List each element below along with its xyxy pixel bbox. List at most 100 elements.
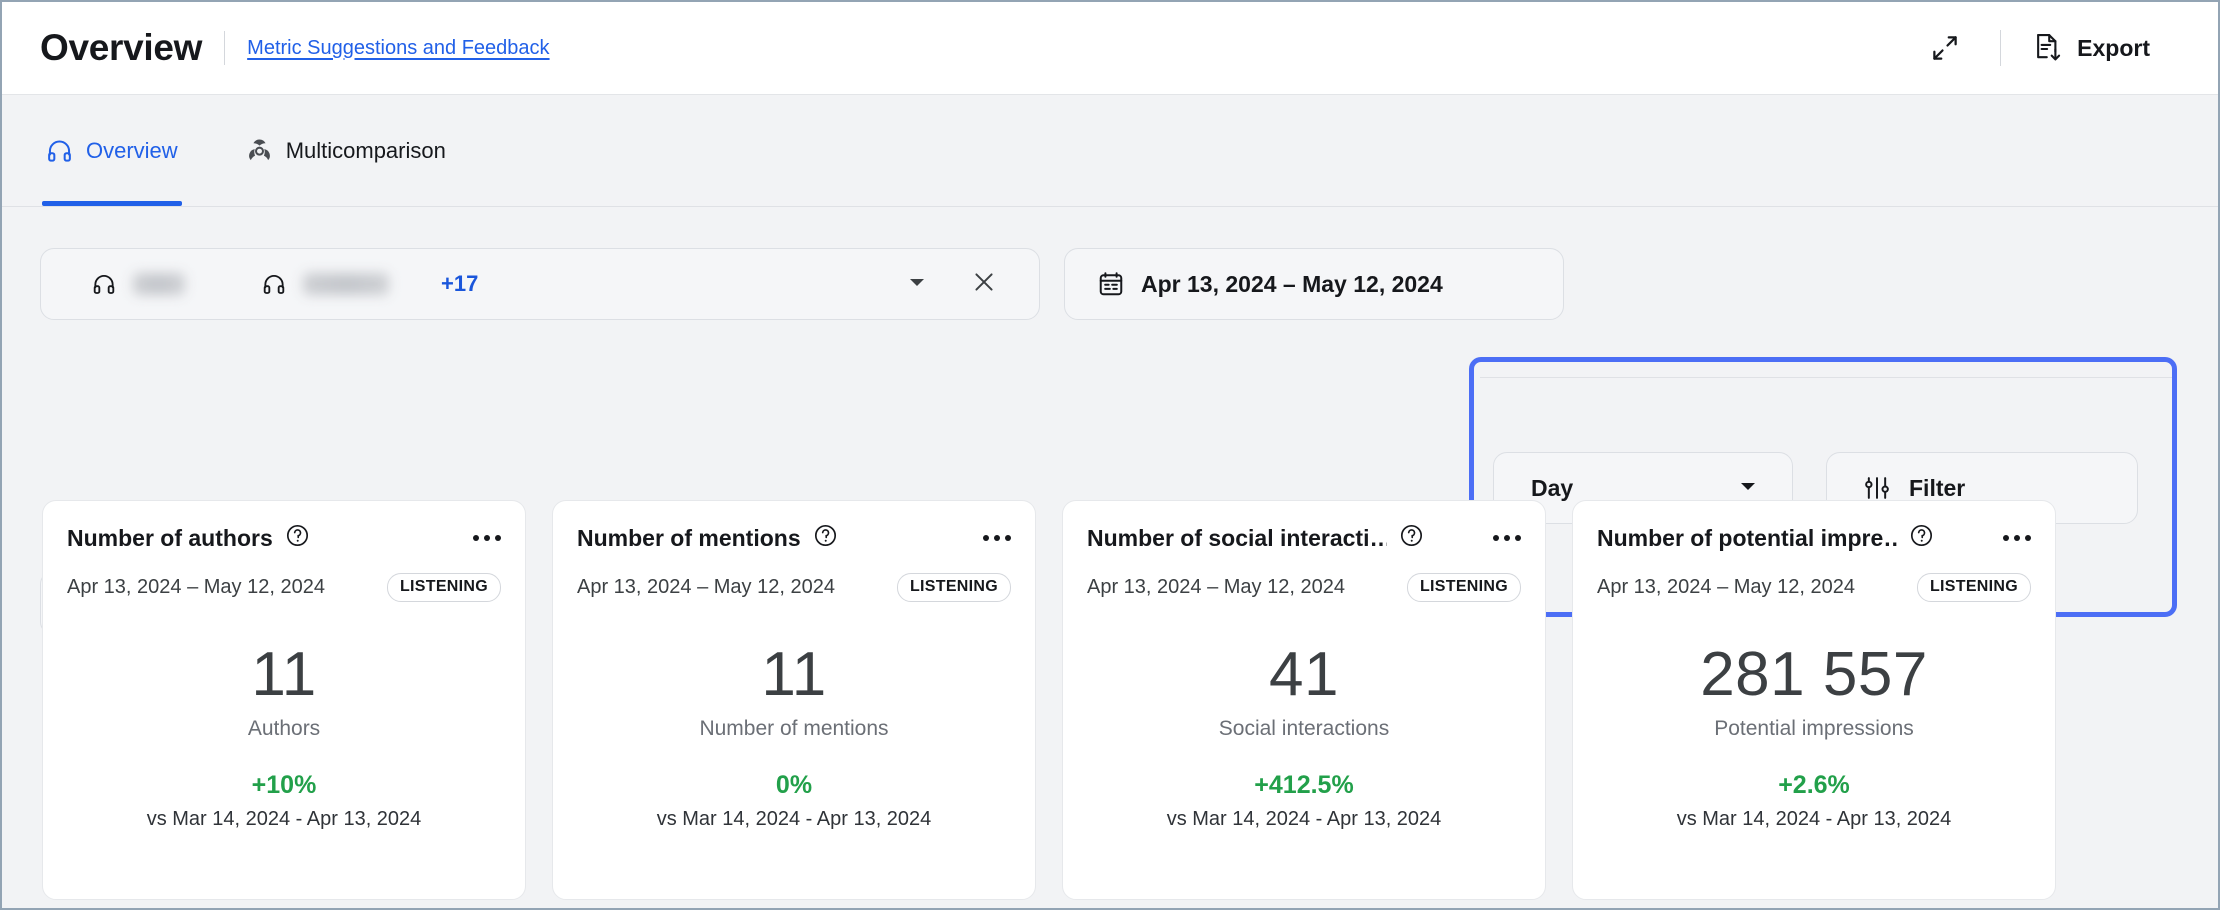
granularity-caret[interactable] [1738, 479, 1758, 498]
card-subheader: Apr 13, 2024 – May 12, 2024 LISTENING [1087, 573, 1521, 602]
card-date-range: Apr 13, 2024 – May 12, 2024 [577, 576, 835, 599]
card-compare-range: vs Mar 14, 2024 - Apr 13, 2024 [1063, 808, 1545, 831]
app-viewport: Overview Metric Suggestions and Feedback [0, 0, 2220, 910]
status-badge: LISTENING [1917, 573, 2031, 602]
document-download-icon [2033, 32, 2063, 64]
header-right-group: Export [1922, 25, 2150, 71]
tab-active-indicator [42, 201, 182, 206]
headphones-icon [261, 271, 287, 297]
date-range-value: Apr 13, 2024 – May 12, 2024 [1141, 271, 1443, 298]
card-subheader: Apr 13, 2024 – May 12, 2024 LISTENING [1597, 573, 2031, 602]
question-mark-circle-icon [1909, 523, 1934, 548]
status-badge: LISTENING [1407, 573, 1521, 602]
sliders-icon [1863, 474, 1891, 502]
export-label: Export [2077, 35, 2150, 62]
project-chip-2[interactable] [261, 271, 389, 297]
chevron-down-icon [907, 275, 927, 289]
header-left-group: Overview Metric Suggestions and Feedback [40, 27, 550, 69]
card-delta: +2.6% [1573, 771, 2055, 800]
filters-row: +17 Apr 13 [2, 207, 2218, 422]
card-body: 11 Number of mentions 0% vs Mar 14, 2024… [553, 642, 1035, 831]
highlight-inner-divider [1480, 377, 2172, 378]
metric-feedback-link[interactable]: Metric Suggestions and Feedback [247, 37, 549, 60]
export-button[interactable]: Export [2033, 32, 2150, 64]
header-divider [224, 31, 225, 65]
card-value-label: Authors [43, 717, 525, 741]
page-header: Overview Metric Suggestions and Feedback [2, 2, 2218, 95]
question-mark-circle-icon [813, 523, 838, 548]
filter-button-label: Filter [1909, 475, 1965, 502]
help-icon[interactable] [813, 523, 838, 553]
card-subheader: Apr 13, 2024 – May 12, 2024 LISTENING [67, 573, 501, 602]
granularity-value: Day [1531, 475, 1573, 502]
card-value: 41 [1063, 642, 1545, 707]
card-date-range: Apr 13, 2024 – May 12, 2024 [1087, 576, 1345, 599]
project-selector-caret[interactable] [907, 275, 927, 294]
card-delta: +412.5% [1063, 771, 1545, 800]
card-title: Number of social interacti… [1087, 525, 1387, 552]
card-subheader: Apr 13, 2024 – May 12, 2024 LISTENING [577, 573, 1011, 602]
card-title: Number of mentions [577, 525, 801, 552]
project-selector-clear[interactable] [971, 269, 997, 300]
help-icon[interactable] [285, 523, 310, 553]
card-delta: 0% [553, 771, 1035, 800]
card-menu-button[interactable] [1493, 535, 1521, 541]
question-mark-circle-icon [1399, 523, 1424, 548]
card-value: 11 [553, 642, 1035, 707]
close-icon [971, 269, 997, 295]
project-chip-1[interactable] [91, 271, 185, 297]
project-chip-2-label [303, 273, 389, 295]
help-icon[interactable] [1909, 523, 1934, 553]
card-header: Number of social interacti… [1087, 523, 1521, 553]
expand-diagonal-icon [1930, 33, 1960, 63]
card-body: 41 Social interactions +412.5% vs Mar 14… [1063, 642, 1545, 831]
card-date-range: Apr 13, 2024 – May 12, 2024 [67, 576, 325, 599]
card-title: Number of authors [67, 525, 273, 552]
card-value: 281 557 [1573, 642, 2055, 707]
page-title: Overview [40, 27, 202, 69]
metric-cards-row: Number of authors Apr 13, 2024 – May 12,… [2, 500, 2218, 910]
tab-multicomparison[interactable]: Multicomparison [242, 95, 450, 206]
headphones-icon [46, 137, 73, 164]
header-action-divider [2000, 30, 2001, 66]
project-more-count[interactable]: +17 [441, 271, 478, 297]
card-value: 11 [43, 642, 525, 707]
status-badge: LISTENING [897, 573, 1011, 602]
card-value-label: Number of mentions [553, 717, 1035, 741]
card-delta: +10% [43, 771, 525, 800]
card-menu-button[interactable] [983, 535, 1011, 541]
card-menu-button[interactable] [2003, 535, 2031, 541]
tab-bar: Overview Multicomparison [2, 95, 2218, 207]
metric-card[interactable]: Number of authors Apr 13, 2024 – May 12,… [42, 500, 526, 900]
help-icon[interactable] [1399, 523, 1424, 553]
card-date-range: Apr 13, 2024 – May 12, 2024 [1597, 576, 1855, 599]
expand-button[interactable] [1922, 25, 1968, 71]
card-header: Number of authors [67, 523, 501, 553]
status-badge: LISTENING [387, 573, 501, 602]
headphones-icon [91, 271, 117, 297]
card-value-label: Social interactions [1063, 717, 1545, 741]
calendar-icon [1097, 270, 1125, 298]
project-selector[interactable]: +17 [40, 248, 1040, 320]
card-body: 281 557 Potential impressions +2.6% vs M… [1573, 642, 2055, 831]
question-mark-circle-icon [285, 523, 310, 548]
chevron-down-icon [1738, 479, 1758, 493]
metric-card[interactable]: Number of mentions Apr 13, 2024 – May 12… [552, 500, 1036, 900]
tab-multicomparison-label: Multicomparison [286, 138, 446, 164]
card-compare-range: vs Mar 14, 2024 - Apr 13, 2024 [1573, 808, 2055, 831]
metric-card[interactable]: Number of potential impre… Apr 13, 2024 … [1572, 500, 2056, 900]
metric-card[interactable]: Number of social interacti… Apr 13, 2024… [1062, 500, 1546, 900]
project-chip-1-label [133, 273, 185, 295]
tab-overview[interactable]: Overview [42, 95, 182, 206]
filter-icon-wrap [1863, 474, 1891, 502]
card-menu-button[interactable] [473, 535, 501, 541]
card-compare-range: vs Mar 14, 2024 - Apr 13, 2024 [553, 808, 1035, 831]
calendar-icon-wrap [1097, 270, 1125, 298]
card-value-label: Potential impressions [1573, 717, 2055, 741]
card-compare-range: vs Mar 14, 2024 - Apr 13, 2024 [43, 808, 525, 831]
date-range-picker[interactable]: Apr 13, 2024 – May 12, 2024 [1064, 248, 1564, 320]
tab-overview-label: Overview [86, 138, 178, 164]
card-header: Number of mentions [577, 523, 1011, 553]
card-title: Number of potential impre… [1597, 525, 1897, 552]
card-header: Number of potential impre… [1597, 523, 2031, 553]
